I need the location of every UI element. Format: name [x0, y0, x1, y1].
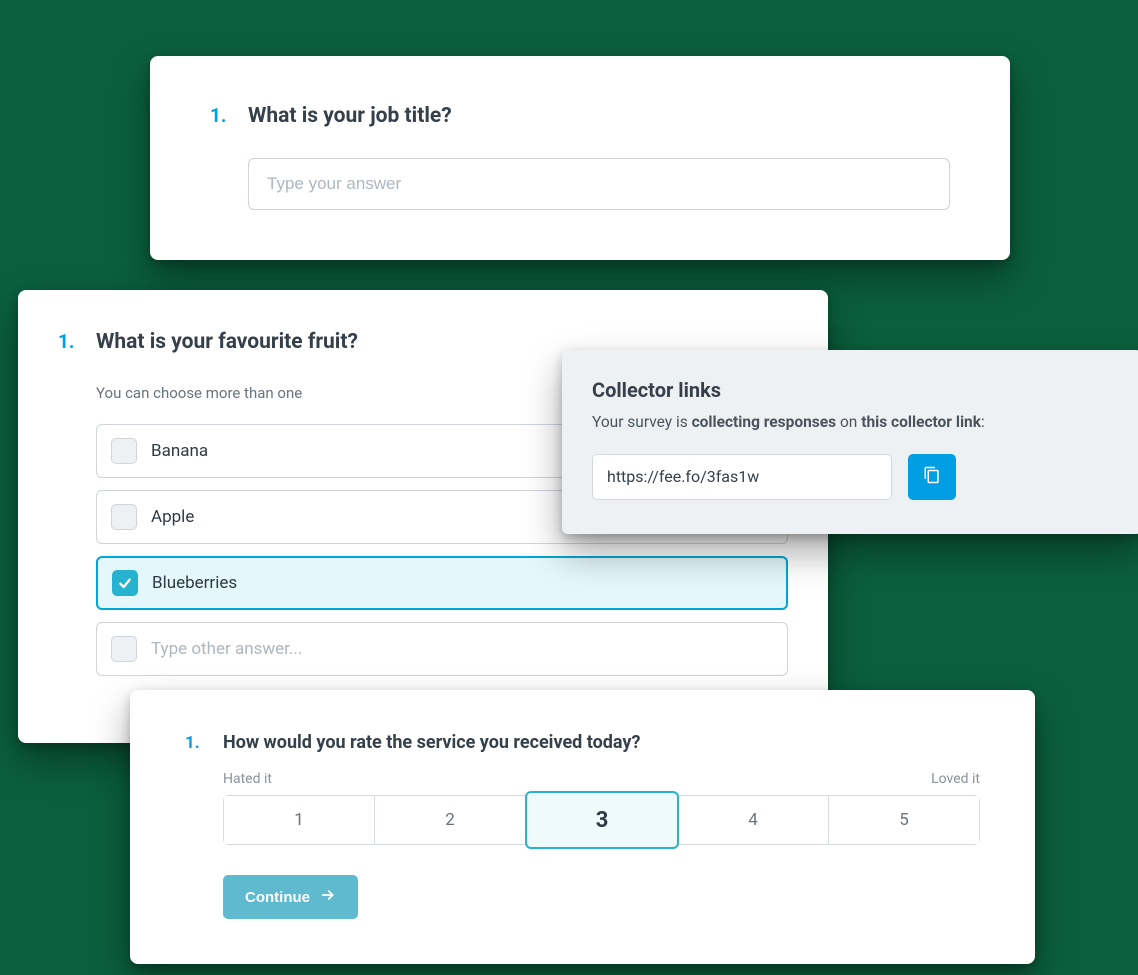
collector-sub-part: Your survey is	[592, 413, 692, 431]
collector-title: Collector links	[592, 378, 1112, 402]
question-number: 1.	[185, 733, 213, 753]
collector-sub-strong: collecting responses	[692, 413, 837, 431]
collector-sub-part: on	[836, 413, 861, 431]
continue-label: Continue	[245, 889, 310, 906]
checkbox-icon	[111, 438, 137, 464]
rating-scale: 1 2 3 4 5	[223, 795, 980, 845]
copy-icon	[923, 466, 941, 487]
checkbox-icon	[111, 636, 137, 662]
collector-sub-part: :	[981, 413, 985, 431]
copy-button[interactable]	[908, 454, 956, 500]
rating-cell[interactable]: 2	[375, 796, 526, 844]
question-card-rating: 1. How would you rate the service you re…	[130, 690, 1035, 964]
checkbox-icon	[111, 504, 137, 530]
rating-cell[interactable]: 1	[224, 796, 375, 844]
collector-url: https://fee.fo/3fas1w	[607, 467, 759, 486]
question-text: How would you rate the service you recei…	[223, 732, 640, 753]
question-header: 1. How would you rate the service you re…	[185, 732, 980, 753]
scale-low-label: Hated it	[223, 771, 272, 787]
choice-other[interactable]: Type other answer...	[96, 622, 788, 676]
question-text: What is your job title?	[248, 104, 452, 128]
scale-anchor-labels: Hated it Loved it	[223, 771, 980, 787]
arrow-right-icon	[320, 887, 336, 907]
choice-option[interactable]: Blueberries	[96, 556, 788, 610]
question-text: What is your favourite fruit?	[96, 330, 358, 354]
scale-high-label: Loved it	[931, 771, 980, 787]
rating-cell[interactable]: 5	[829, 796, 979, 844]
collector-sub-strong: this collector link	[861, 413, 981, 431]
choice-other-placeholder: Type other answer...	[151, 639, 302, 659]
collector-url-box[interactable]: https://fee.fo/3fas1w	[592, 454, 892, 500]
collector-subtitle: Your survey is collecting responses on t…	[592, 412, 1112, 434]
question-number: 1.	[210, 104, 238, 127]
checkbox-checked-icon	[112, 570, 138, 596]
question-card-jobtitle: 1. What is your job title?	[150, 56, 1010, 260]
choice-label: Apple	[151, 507, 194, 527]
question-number: 1.	[58, 330, 86, 353]
rating-cell[interactable]: 4	[678, 796, 829, 844]
choice-label: Blueberries	[152, 573, 237, 593]
collector-links-panel: Collector links Your survey is collectin…	[562, 350, 1138, 534]
answer-text-input[interactable]	[248, 158, 950, 210]
question-header: 1. What is your job title?	[210, 104, 950, 128]
rating-cell[interactable]: 3	[525, 791, 679, 849]
choice-label: Banana	[151, 441, 208, 461]
continue-button[interactable]: Continue	[223, 875, 358, 919]
